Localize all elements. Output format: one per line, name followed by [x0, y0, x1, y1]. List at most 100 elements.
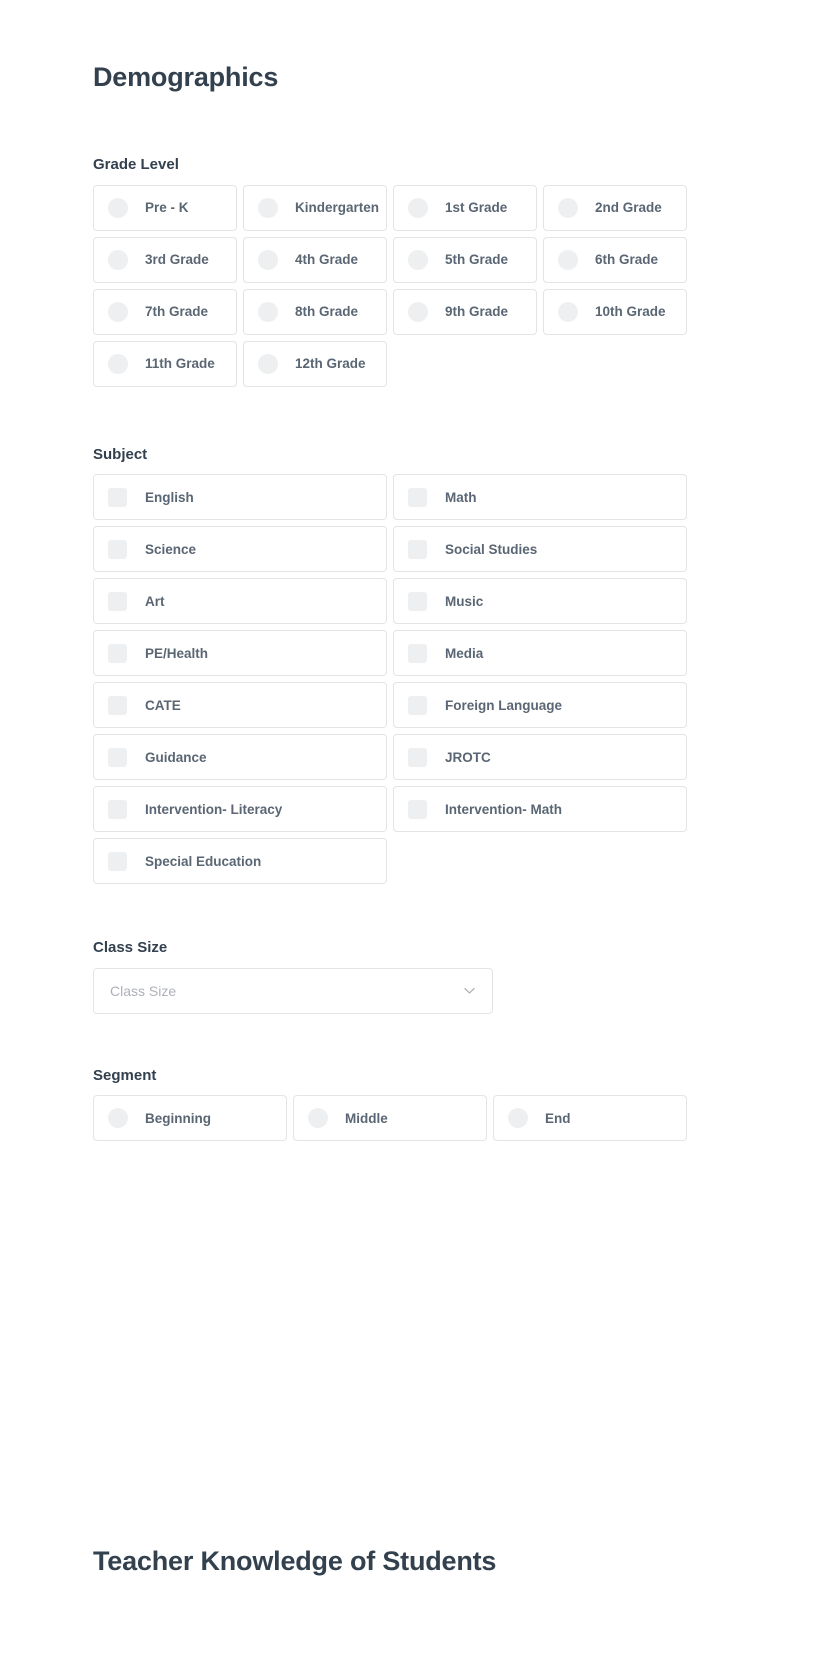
section-title-segment: Segment [93, 1066, 157, 1084]
grade-level-option-label: 5th Grade [445, 252, 509, 268]
checkbox-icon[interactable] [408, 643, 427, 663]
grade-level-option[interactable]: 3rd Grade [93, 236, 237, 283]
page-title: Demographics [93, 62, 279, 92]
radio-button-icon[interactable] [408, 197, 428, 218]
radio-button-icon[interactable] [108, 301, 128, 322]
grade-level-option[interactable]: Pre - K [93, 184, 237, 231]
grade-level-option-label: 12th Grade [295, 356, 366, 372]
grade-level-option[interactable]: 2nd Grade [543, 184, 687, 231]
checkbox-icon[interactable] [408, 487, 427, 507]
radio-button-icon[interactable] [108, 197, 128, 218]
subject-option[interactable]: Music [393, 578, 687, 625]
grade-level-option[interactable]: 4th Grade [243, 236, 387, 283]
radio-button-icon[interactable] [108, 249, 128, 270]
radio-button-icon[interactable] [258, 353, 278, 374]
subject-option[interactable]: Math [393, 474, 687, 521]
grade-level-option[interactable]: 12th Grade [243, 340, 387, 387]
radio-button-icon[interactable] [408, 301, 428, 322]
subject-option[interactable]: Guidance [93, 734, 387, 781]
radio-button-icon[interactable] [258, 197, 278, 218]
radio-button-icon[interactable] [558, 301, 578, 322]
checkbox-icon[interactable] [108, 799, 127, 819]
subject-option[interactable]: Media [393, 630, 687, 677]
radio-button-icon[interactable] [508, 1108, 528, 1129]
radio-button-icon[interactable] [258, 301, 278, 322]
grade-level-option-label: 3rd Grade [145, 252, 209, 268]
grade-level-option[interactable]: 8th Grade [243, 288, 387, 335]
subject-option-label: JROTC [445, 749, 491, 765]
grade-level-option[interactable]: Kindergarten [243, 184, 387, 231]
grade-level-option-label: 10th Grade [595, 304, 666, 320]
grade-level-option[interactable]: 5th Grade [393, 236, 537, 283]
subject-option-grid: English Math Science Social Studies Art Music… [93, 474, 687, 885]
grade-level-option[interactable]: 1st Grade [393, 184, 537, 231]
checkbox-icon[interactable] [108, 591, 127, 611]
class-size-select-wrapper: Class Size [93, 967, 493, 1014]
subject-option[interactable]: Art [93, 578, 387, 625]
checkbox-icon[interactable] [108, 851, 127, 871]
checkbox-icon[interactable] [408, 591, 427, 611]
grade-level-option[interactable]: 10th Grade [543, 288, 687, 335]
checkbox-icon[interactable] [108, 695, 127, 715]
segment-option-grid: Beginning Middle End [93, 1095, 687, 1142]
subject-option-label: PE/Health [145, 645, 209, 661]
subject-option-label: Foreign Language [445, 697, 563, 713]
subject-option[interactable]: Foreign Language [393, 682, 687, 729]
segment-option[interactable]: Beginning [93, 1095, 287, 1142]
subject-option[interactable]: Science [93, 526, 387, 573]
checkbox-icon[interactable] [108, 747, 127, 767]
subject-option-label: Science [145, 541, 197, 557]
subject-option[interactable]: PE/Health [93, 630, 387, 677]
radio-button-icon[interactable] [108, 353, 128, 374]
subject-option[interactable]: CATE [93, 682, 387, 729]
subject-option[interactable]: Intervention- Math [393, 786, 687, 833]
subject-option[interactable]: Special Education [93, 838, 387, 885]
radio-button-icon[interactable] [108, 1108, 128, 1129]
checkbox-icon[interactable] [408, 747, 427, 767]
checkbox-icon[interactable] [408, 695, 427, 715]
subject-option-label: Music [445, 593, 484, 609]
radio-button-icon[interactable] [308, 1108, 328, 1129]
subject-option-label: Intervention- Literacy [145, 801, 283, 817]
subject-option-label: CATE [145, 697, 181, 713]
grade-level-option-label: 4th Grade [295, 252, 359, 268]
checkbox-icon[interactable] [408, 799, 427, 819]
checkbox-icon[interactable] [108, 643, 127, 663]
subject-option-label: Math [445, 489, 477, 505]
form-content: Demographics Grade Level Pre - K Kinderga… [93, 0, 687, 1142]
grade-level-option[interactable]: 9th Grade [393, 288, 537, 335]
grade-level-option[interactable]: 11th Grade [93, 340, 237, 387]
radio-button-icon[interactable] [408, 249, 428, 270]
section-title-subject: Subject [93, 445, 148, 463]
class-size-select[interactable]: Class Size [93, 967, 493, 1014]
segment-option[interactable]: Middle [293, 1095, 487, 1142]
subject-option-label: Media [445, 645, 484, 661]
grade-level-option-label: Kindergarten [295, 200, 380, 216]
checkbox-icon[interactable] [108, 539, 127, 559]
section-segment: Segment Beginning Middle End [93, 1014, 687, 1142]
radio-button-icon[interactable] [558, 249, 578, 270]
checkbox-icon[interactable] [108, 487, 127, 507]
subject-option[interactable]: English [93, 474, 387, 521]
checkbox-icon[interactable] [408, 539, 427, 559]
subject-option-label: Intervention- Math [445, 801, 562, 817]
grade-level-option-label: 2nd Grade [595, 200, 662, 216]
radio-button-icon[interactable] [258, 249, 278, 270]
grade-level-option[interactable]: 6th Grade [543, 236, 687, 283]
class-size-select-value: Class Size [110, 982, 177, 999]
grade-level-option-label: 8th Grade [295, 304, 359, 320]
section-class-size: Class Size Class Size [93, 884, 687, 1014]
section-subject: Subject English Math Science Social Studies… [93, 387, 687, 885]
subject-option[interactable]: Social Studies [393, 526, 687, 573]
grade-level-option-label: 6th Grade [595, 252, 659, 268]
grade-level-option-label: Pre - K [145, 200, 189, 216]
subject-option-label: English [145, 489, 194, 505]
subject-option[interactable]: Intervention- Literacy [93, 786, 387, 833]
subject-option-label: Art [145, 593, 165, 609]
subject-option[interactable]: JROTC [393, 734, 687, 781]
radio-button-icon[interactable] [558, 197, 578, 218]
segment-option[interactable]: End [493, 1095, 687, 1142]
segment-option-label: Middle [345, 1110, 388, 1126]
form-page: Demographics Grade Level Pre - K Kinderga… [0, 0, 840, 1680]
grade-level-option[interactable]: 7th Grade [93, 288, 237, 335]
